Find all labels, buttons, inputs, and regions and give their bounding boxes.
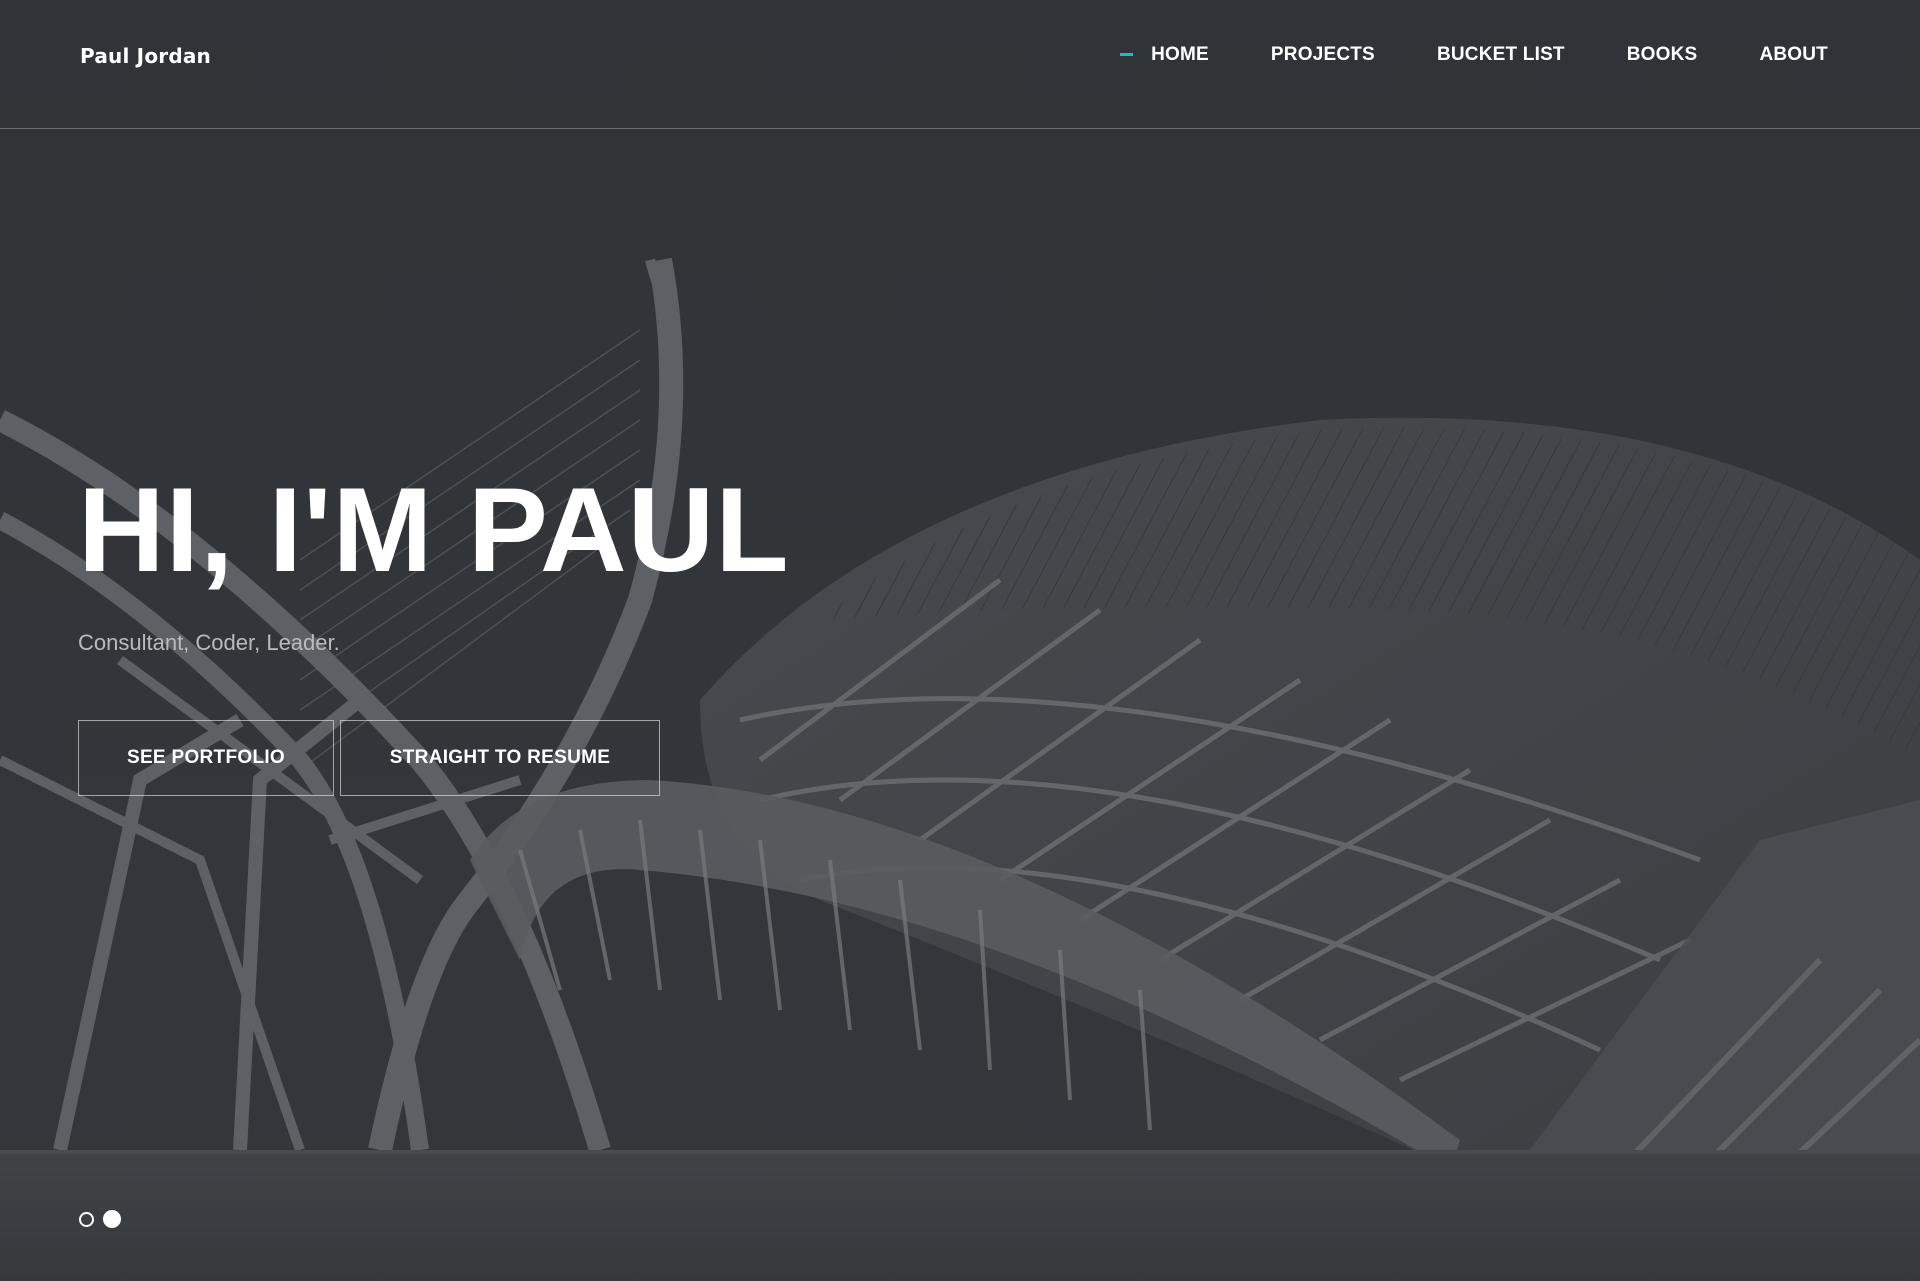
straight-to-resume-button[interactable]: STRAIGHT TO RESUME (340, 720, 660, 796)
nav-item-home[interactable]: HOME (1120, 44, 1209, 66)
hero-title: HI, I'M PAUL (78, 463, 790, 597)
page: Paul Jordan HOME PROJECTS BUCKET LIST BO… (0, 0, 1920, 1281)
hero-subtitle: Consultant, Coder, Leader. (78, 630, 340, 655)
hero-button-group: SEE PORTFOLIO STRAIGHT TO RESUME (78, 720, 660, 796)
slider-dot-1[interactable] (79, 1211, 94, 1227)
slider-dot-2[interactable] (103, 1210, 121, 1228)
site-brand-link[interactable]: Paul Jordan (80, 44, 211, 68)
nav-item-about[interactable]: ABOUT (1759, 44, 1828, 66)
slider-pagination (79, 1210, 130, 1228)
see-portfolio-button[interactable]: SEE PORTFOLIO (78, 720, 334, 796)
nav-item-books[interactable]: BOOKS (1627, 44, 1698, 66)
nav-item-bucket-list[interactable]: BUCKET LIST (1437, 44, 1565, 66)
nav-item-projects[interactable]: PROJECTS (1271, 44, 1375, 66)
site-header: Paul Jordan HOME PROJECTS BUCKET LIST BO… (0, 0, 1920, 129)
main-navigation: HOME PROJECTS BUCKET LIST BOOKS ABOUT (1089, 44, 1828, 66)
